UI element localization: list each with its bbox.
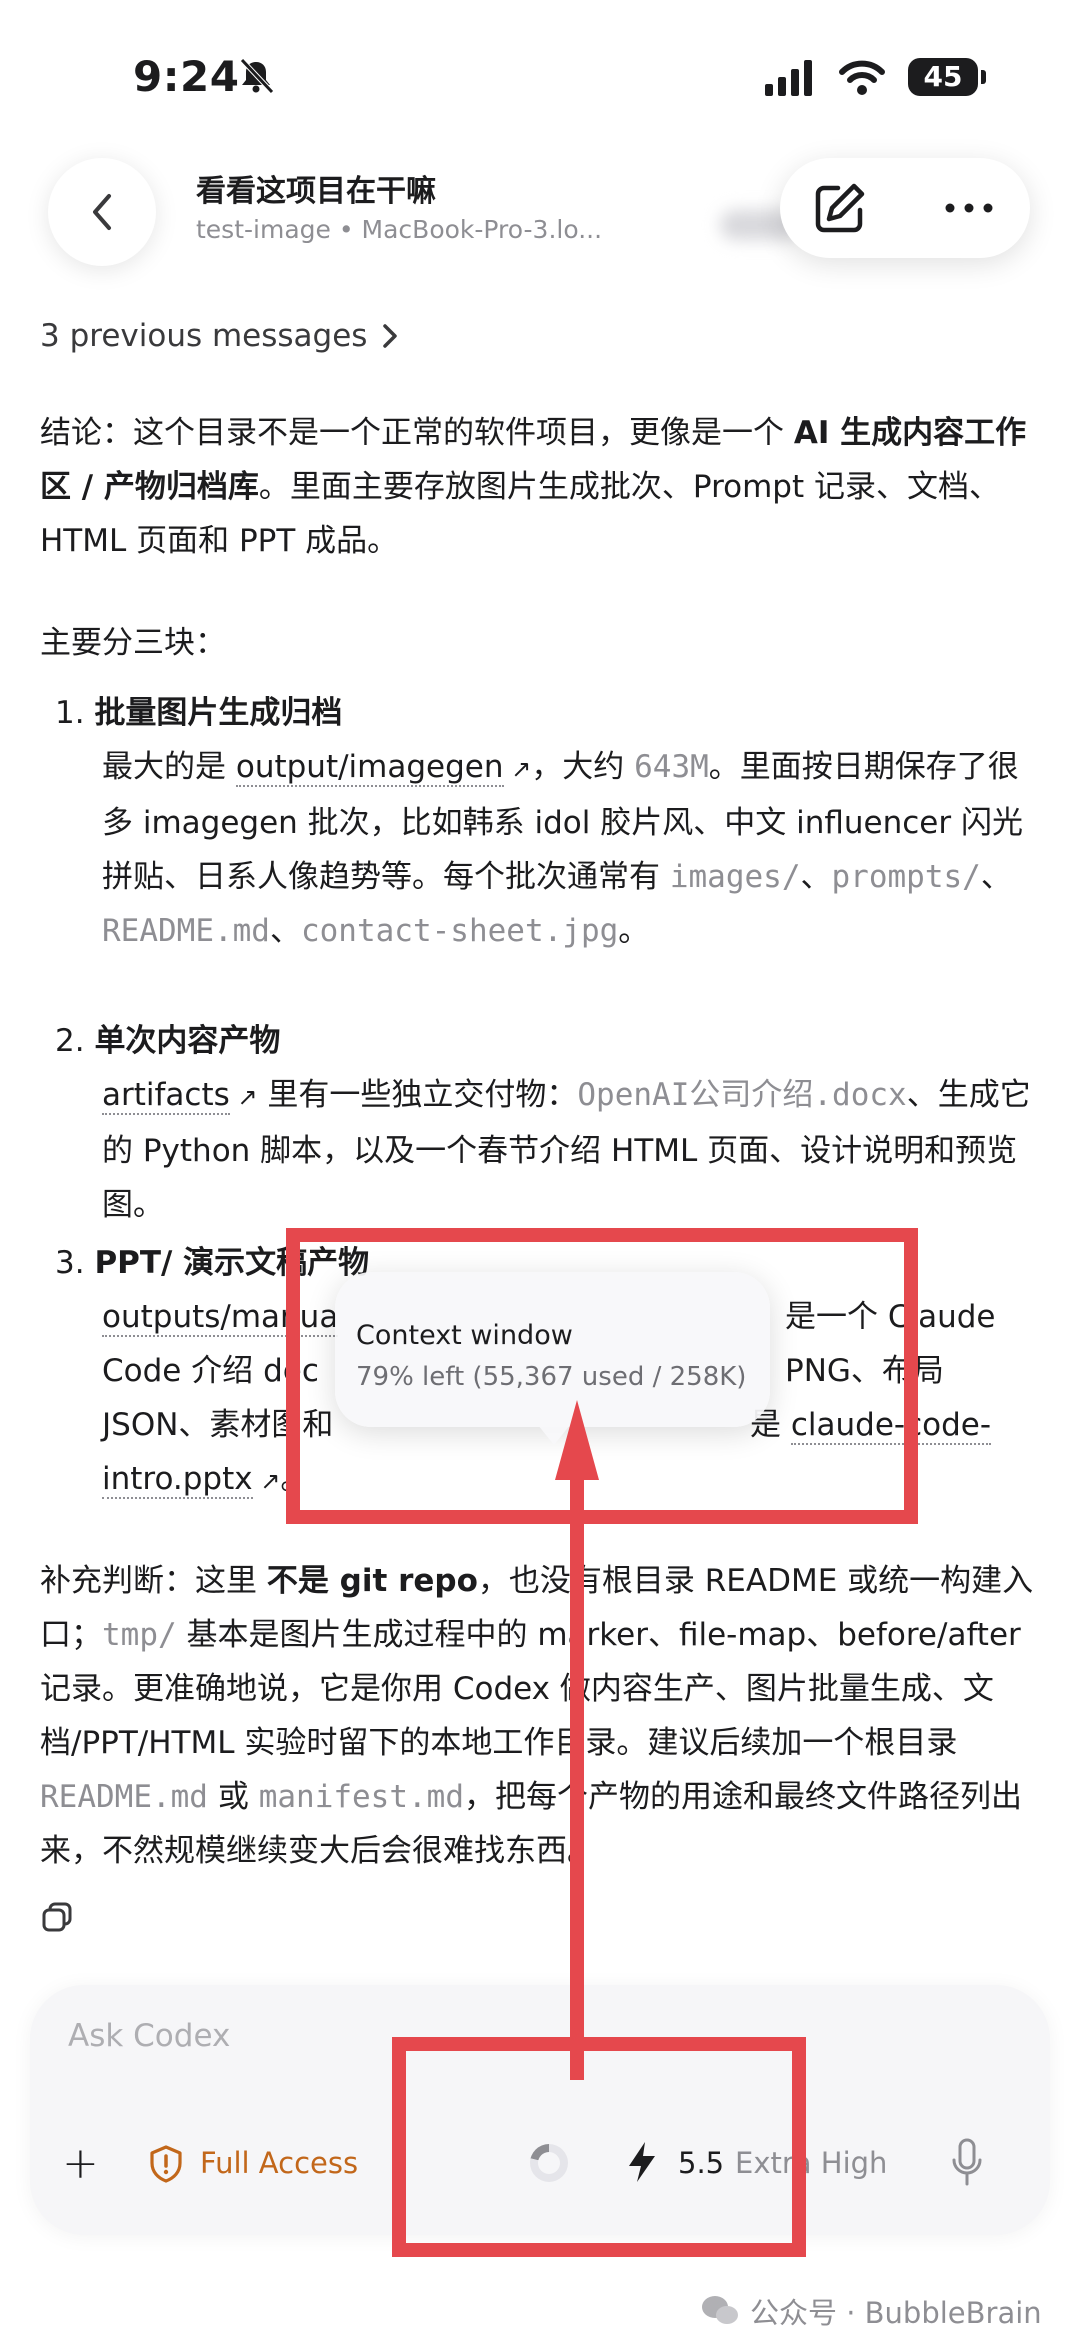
watermark: 公众号 · BubbleBrain [700,2290,1042,2332]
battery-icon: 45 [908,58,986,96]
copy-icon[interactable] [40,1900,74,1934]
external-link-icon: ↗ [252,1467,281,1495]
message-conclusion: 补充判断：这里 不是 git repo，也没有根目录 README 或统一构建入… [40,1563,1034,1869]
previous-messages-link[interactable]: 3 previous messages [40,318,399,354]
annotation-arrow-head [555,1400,599,1480]
list-item-body: artifacts ↗ 里有一些独立交付物：OpenAI公司介绍.docx、生成… [102,1077,1031,1223]
list-item: 2. 单次内容产物 [55,1023,281,1059]
link-artifacts[interactable]: artifacts [102,1077,230,1115]
watermark-text: 公众号 · BubbleBrain [750,2296,1042,2330]
ask-input[interactable]: Ask Codex [68,2018,230,2054]
cellular-signal-icon [765,60,812,96]
wechat-icon [702,2296,738,2324]
ellipsis-icon[interactable] [943,198,995,218]
chevron-right-icon [383,324,398,348]
wifi-icon [839,60,885,95]
microphone-icon[interactable] [950,2138,984,2188]
chevron-left-icon [93,194,111,230]
external-link-icon: ↗ [503,755,532,783]
full-access-button[interactable]: Full Access [200,2146,358,2180]
list-item-body: 最大的是 output/imagegen ↗，大约 643M。里面按日期保存了很… [102,749,1023,949]
list-item: 1. 批量图片生成归档 [55,695,343,731]
back-button[interactable] [48,158,156,266]
annotation-box-composer [392,2037,806,2257]
annotation-arrow [570,1480,584,2080]
previous-messages-label: 3 previous messages [40,318,368,354]
compose-icon[interactable] [808,178,870,240]
conversation-title: 看看这项目在干嘛 [196,174,436,209]
conversation-subtitle: test-image • MacBook-Pro-3.lo... [196,215,603,244]
link-output-imagegen[interactable]: output/imagegen [235,749,504,787]
external-link-icon: ↗ [229,1083,258,1111]
annotation-box-tooltip [286,1228,918,1524]
plus-icon[interactable]: + [62,2138,99,2189]
shield-alert-icon[interactable] [148,2144,184,2184]
message-intro: 结论：这个目录不是一个正常的软件项目，更像是一个 AI 生成内容工作区 / 产物… [40,415,1027,559]
status-time: 9:24 [133,52,240,101]
bell-slash-icon [240,58,274,94]
sections-label: 主要分三块： [40,625,226,661]
